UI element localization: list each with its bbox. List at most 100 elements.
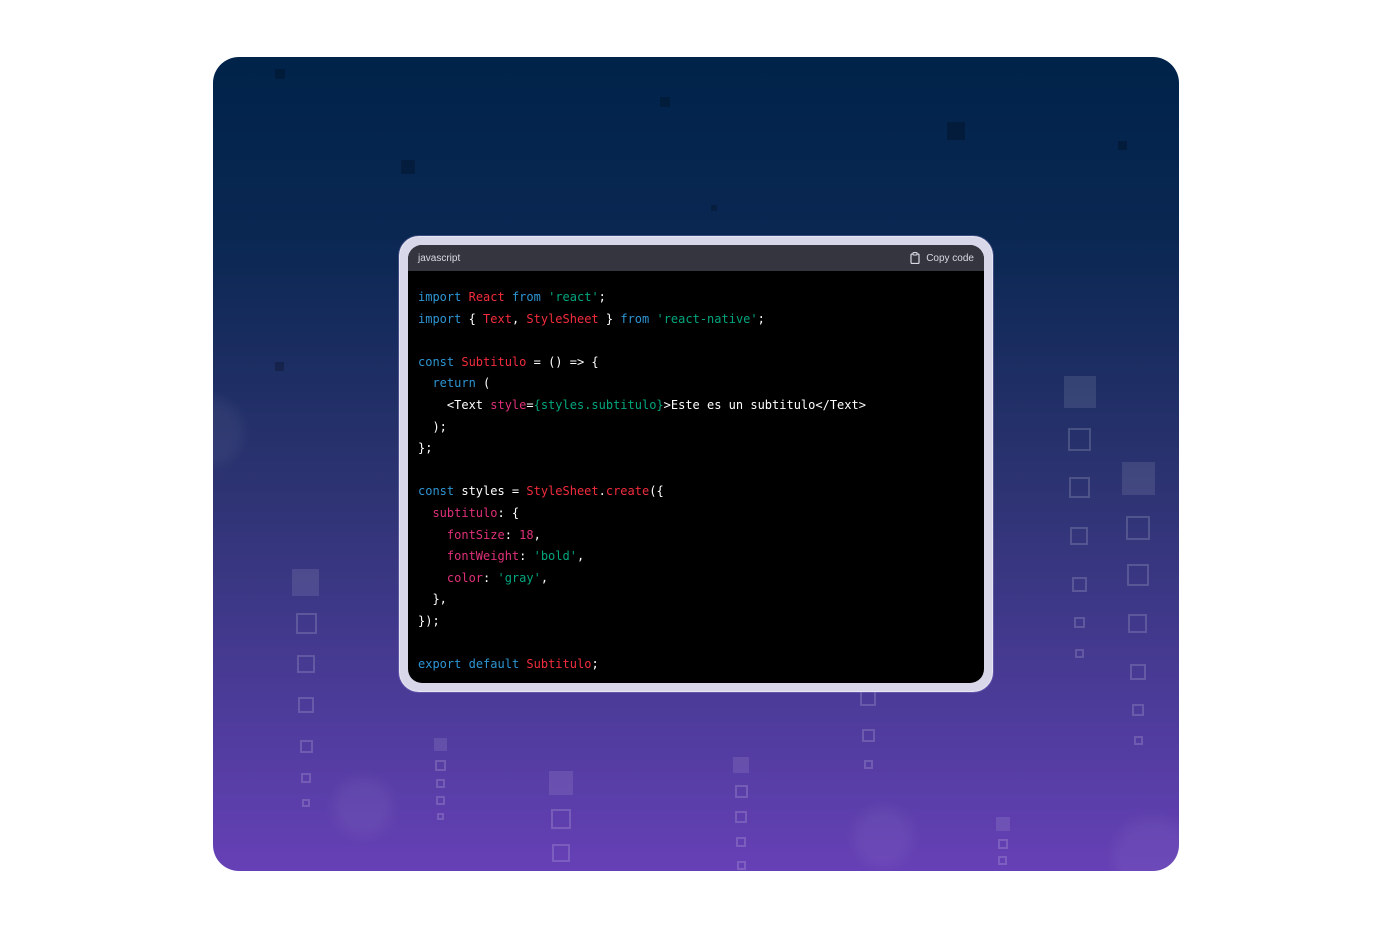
code-token: export [418, 657, 462, 672]
code-token: : [483, 570, 498, 585]
decor-square [436, 796, 445, 805]
code-line: import React from 'react'; [418, 287, 974, 309]
decor-square [998, 839, 1008, 849]
code-token: from [620, 311, 650, 326]
decor-square [1128, 614, 1147, 633]
code-token: ; [757, 311, 765, 326]
decor-square [998, 856, 1007, 865]
decor-square [301, 773, 311, 783]
code-block: javascript Copy code import React from '… [408, 245, 984, 683]
code-token: {styles.subtitulo} [533, 397, 664, 412]
decor-square [552, 844, 570, 862]
copy-code-label: Copy code [926, 252, 974, 264]
code-token: { [461, 311, 484, 326]
decor-square [1122, 462, 1155, 495]
code-token: 'react' [548, 290, 599, 304]
decor-blur [213, 397, 243, 467]
code-token: ({ [649, 484, 664, 499]
code-token: ; [591, 657, 599, 672]
decor-square [275, 69, 285, 79]
code-line: }); [418, 611, 974, 633]
decor-square [1130, 664, 1146, 680]
code-frame: javascript Copy code import React from '… [399, 236, 993, 692]
code-token: }; [418, 441, 433, 456]
code-content: import React from 'react'; import { Text,… [408, 271, 984, 676]
decor-square [862, 729, 875, 742]
code-token: : [504, 527, 520, 542]
code-token: fontSize [446, 527, 505, 542]
code-line: subtitulo: { [418, 503, 974, 525]
decor-square [437, 813, 444, 820]
code-token: , [533, 527, 541, 542]
decor-square [1072, 577, 1087, 592]
decor-square [996, 817, 1010, 831]
decor-square [736, 837, 746, 847]
decor-square [302, 799, 310, 807]
code-token: = () => { [526, 354, 599, 369]
code-token: . [598, 484, 606, 499]
decor-square [296, 613, 317, 634]
decor-square [864, 760, 873, 769]
decor-square [298, 697, 314, 713]
decor-square [1118, 141, 1127, 150]
code-token: const [418, 484, 455, 499]
code-token: : [519, 549, 534, 564]
code-token: default [468, 657, 520, 672]
decor-blur [853, 807, 913, 867]
code-line: <Text style={styles.subtitulo}>Este es u… [418, 395, 974, 417]
code-line: }; [418, 438, 974, 460]
decor-square [436, 779, 445, 788]
clipboard-icon [910, 252, 920, 264]
code-token: color [446, 570, 484, 585]
decor-square [292, 569, 319, 596]
decor-square [1127, 564, 1149, 586]
code-token: fontWeight [446, 549, 520, 564]
code-token: import [418, 290, 462, 304]
language-label: javascript [418, 252, 461, 264]
decor-blur [1113, 817, 1179, 871]
copy-code-button[interactable]: Copy code [910, 252, 974, 264]
code-token: Text [483, 311, 512, 326]
code-token: style [490, 397, 527, 412]
code-token: : { [497, 505, 520, 520]
code-token: 18 [519, 527, 534, 542]
code-token: ( [475, 376, 491, 391]
decor-square [434, 738, 447, 751]
code-token: ; [598, 290, 606, 304]
code-line: export default Subtitulo; [418, 654, 974, 676]
code-line: color: 'gray', [418, 568, 974, 590]
code-token: 'gray' [497, 570, 541, 585]
code-header: javascript Copy code [408, 245, 984, 271]
code-token: >Este es un subtitulo</Text> [663, 397, 866, 412]
code-token: Subtitulo [461, 354, 527, 369]
code-line: ); [418, 417, 974, 439]
code-token: Subtitulo [526, 657, 592, 672]
code-token: create [605, 484, 650, 499]
code-line: }, [418, 589, 974, 611]
decor-square [1074, 617, 1085, 628]
decor-square [1068, 428, 1091, 451]
decor-square [737, 861, 746, 870]
decor-square [549, 771, 573, 795]
decor-square [1070, 527, 1088, 545]
code-token: const [418, 354, 455, 369]
code-token: from [511, 290, 541, 304]
decor-square [947, 122, 965, 140]
code-token: StyleSheet [526, 311, 599, 326]
code-token: , [576, 549, 585, 564]
decor-square [551, 809, 571, 829]
decor-square [300, 740, 313, 753]
decor-square [735, 785, 748, 798]
code-line: const Subtitulo = () => { [418, 352, 974, 374]
code-line: import { Text, StyleSheet } from 'react-… [418, 309, 974, 331]
